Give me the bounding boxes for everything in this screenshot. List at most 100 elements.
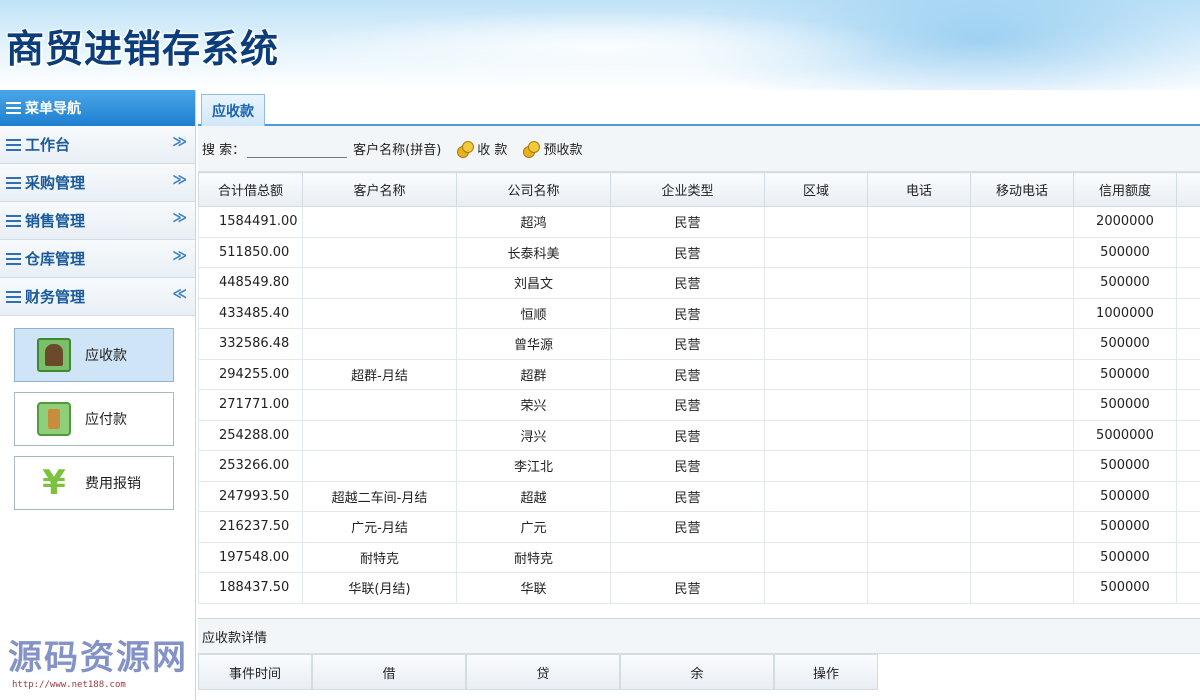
table-cell-spacer bbox=[1176, 572, 1200, 604]
table-cell: 1584491.00 bbox=[198, 206, 303, 238]
column-header[interactable]: 移动电话 bbox=[970, 172, 1074, 207]
money-icon bbox=[37, 338, 71, 372]
detail-column-header[interactable]: 事件时间 bbox=[198, 654, 312, 690]
sidebar-item-purchase[interactable]: 采购管理 ≫ bbox=[0, 164, 195, 202]
table-cell-spacer bbox=[1176, 511, 1200, 543]
tab-receivables[interactable]: 应收款 bbox=[201, 94, 265, 126]
table-cell: 500000 bbox=[1073, 450, 1177, 482]
table-cell: 216237.50 bbox=[198, 511, 303, 543]
column-header[interactable]: 公司名称 bbox=[456, 172, 611, 207]
table-row[interactable]: 247993.50 超越二车间-月结 超越 民营 500000 bbox=[198, 480, 1200, 512]
table-cell: 2000000 bbox=[1073, 206, 1177, 238]
table-cell: 500000 bbox=[1073, 236, 1177, 268]
receivables-button[interactable]: 应收款 bbox=[14, 328, 174, 382]
table-cell: 294255.00 bbox=[198, 358, 303, 390]
table-row[interactable]: 332586.48 曾华源 民营 500000 bbox=[198, 328, 1200, 360]
main-content: 应收款 搜 索： 客户名称(拼音) 收 款 预收款 合计借总额 客户名称 公司名… bbox=[198, 90, 1200, 700]
table-cell bbox=[867, 450, 971, 482]
tab-bar: 应收款 bbox=[198, 90, 1200, 126]
table-cell bbox=[764, 480, 868, 512]
table-cell: 500000 bbox=[1073, 572, 1177, 604]
table-cell bbox=[764, 328, 868, 360]
table-row[interactable]: 294255.00 超群-月结 超群 民营 500000 bbox=[198, 358, 1200, 390]
table-cell: 荣兴 bbox=[456, 389, 611, 421]
list-icon bbox=[6, 290, 21, 303]
table-cell: 500000 bbox=[1073, 328, 1177, 360]
table-cell: 超越 bbox=[456, 480, 611, 512]
chevron-down-icon[interactable]: ≫ bbox=[172, 248, 187, 264]
table-cell: 民营 bbox=[610, 267, 765, 299]
chevron-down-icon[interactable]: ≫ bbox=[172, 134, 187, 150]
finance-submenu: 应收款 应付款 ¥ 费用报销 bbox=[0, 316, 195, 510]
table-row[interactable]: 253266.00 李江北 民营 500000 bbox=[198, 450, 1200, 482]
column-header[interactable]: 客户名称 bbox=[302, 172, 457, 207]
column-header[interactable]: 合计借总额 bbox=[198, 172, 303, 207]
table-row[interactable]: 254288.00 浔兴 民营 5000000 bbox=[198, 419, 1200, 451]
table-cell: 长泰科美 bbox=[456, 236, 611, 268]
table-cell bbox=[867, 480, 971, 512]
table-cell bbox=[764, 389, 868, 421]
table-cell: 民营 bbox=[610, 480, 765, 512]
table-cell bbox=[867, 511, 971, 543]
detail-header-row: 事件时间 借 贷 余 操作 bbox=[198, 654, 1200, 690]
table-cell: 民营 bbox=[610, 236, 765, 268]
table-cell bbox=[867, 297, 971, 329]
table-row[interactable]: 271771.00 荣兴 民营 500000 bbox=[198, 389, 1200, 421]
sidebar-item-workbench[interactable]: 工作台 ≫ bbox=[0, 126, 195, 164]
sidebar-item-finance[interactable]: 财务管理 ≪ bbox=[0, 278, 195, 316]
table-cell bbox=[302, 206, 457, 238]
table-row[interactable]: 448549.80 刘昌文 民营 500000 bbox=[198, 267, 1200, 299]
chevron-up-icon[interactable]: ≪ bbox=[172, 286, 187, 302]
table-row[interactable]: 433485.40 恒顺 民营 1000000 bbox=[198, 297, 1200, 329]
table-cell bbox=[302, 267, 457, 299]
table-row[interactable]: 1584491.00 超鸿 民营 2000000 bbox=[198, 206, 1200, 238]
table-cell: 1000000 bbox=[1073, 297, 1177, 329]
table-cell bbox=[764, 206, 868, 238]
list-icon bbox=[6, 214, 21, 227]
table-row[interactable]: 197548.00 耐特克 耐特克 500000 bbox=[198, 541, 1200, 573]
sidebar-item-label: 工作台 bbox=[25, 136, 71, 154]
detail-column-header[interactable]: 贷 bbox=[466, 654, 620, 690]
table-cell: 超群-月结 bbox=[302, 358, 457, 390]
table-row[interactable]: 188437.50 华联(月结) 华联 民营 500000 bbox=[198, 572, 1200, 604]
table-cell-spacer bbox=[1176, 297, 1200, 329]
list-icon bbox=[6, 252, 21, 265]
collect-button[interactable]: 收 款 bbox=[457, 139, 507, 158]
table-cell: 民营 bbox=[610, 358, 765, 390]
detail-column-header[interactable]: 余 bbox=[620, 654, 774, 690]
table-cell: 247993.50 bbox=[198, 480, 303, 512]
expense-button[interactable]: ¥ 费用报销 bbox=[14, 456, 174, 510]
table-cell: 197548.00 bbox=[198, 541, 303, 573]
table-cell: 511850.00 bbox=[198, 236, 303, 268]
payables-label: 应付款 bbox=[85, 412, 127, 428]
table-row[interactable]: 216237.50 广元-月结 广元 民营 500000 bbox=[198, 511, 1200, 543]
app-title: 商贸进销存系统 bbox=[6, 27, 280, 71]
table-cell bbox=[970, 358, 1074, 390]
column-header[interactable]: 电话 bbox=[867, 172, 971, 207]
sidebar-item-warehouse[interactable]: 仓库管理 ≫ bbox=[0, 240, 195, 278]
table-cell bbox=[970, 389, 1074, 421]
column-header[interactable]: 企业类型 bbox=[610, 172, 765, 207]
table-cell bbox=[764, 236, 868, 268]
table-cell-spacer bbox=[1176, 236, 1200, 268]
precollect-button[interactable]: 预收款 bbox=[523, 139, 582, 158]
detail-column-header[interactable]: 操作 bbox=[774, 654, 878, 690]
column-header[interactable]: 信用额度 bbox=[1073, 172, 1177, 207]
list-icon bbox=[6, 176, 21, 189]
sidebar-item-sales[interactable]: 销售管理 ≫ bbox=[0, 202, 195, 240]
watermark-text: 源码资源网 bbox=[8, 638, 188, 678]
payables-button[interactable]: 应付款 bbox=[14, 392, 174, 446]
table-cell bbox=[764, 419, 868, 451]
table-cell bbox=[970, 297, 1074, 329]
table-cell: 广元-月结 bbox=[302, 511, 457, 543]
table-cell-spacer bbox=[1176, 328, 1200, 360]
column-header[interactable]: 区域 bbox=[764, 172, 868, 207]
table-cell: 浔兴 bbox=[456, 419, 611, 451]
table-cell: 433485.40 bbox=[198, 297, 303, 329]
table-row[interactable]: 511850.00 长泰科美 民营 500000 bbox=[198, 236, 1200, 268]
chevron-down-icon[interactable]: ≫ bbox=[172, 210, 187, 226]
detail-column-header[interactable]: 借 bbox=[312, 654, 466, 690]
search-input[interactable] bbox=[247, 139, 348, 158]
sidebar-header: 菜单导航 bbox=[0, 90, 195, 126]
chevron-down-icon[interactable]: ≫ bbox=[172, 172, 187, 188]
